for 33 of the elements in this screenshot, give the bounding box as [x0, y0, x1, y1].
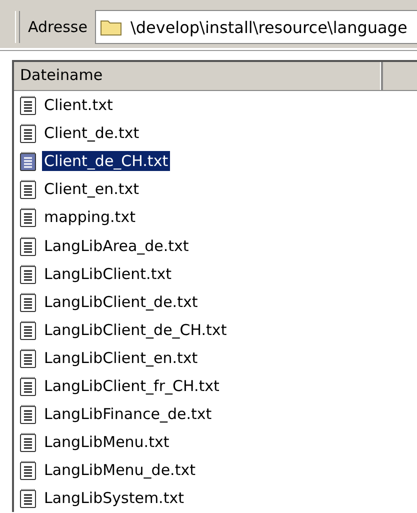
file-name[interactable]: Client_de.txt [42, 123, 142, 144]
file-name[interactable]: LangLibFinance_de.txt [42, 404, 214, 424]
text-file-icon [19, 374, 37, 397]
text-file-icon [19, 122, 37, 144]
text-file-icon [19, 346, 37, 369]
text-file-icon [19, 318, 37, 341]
file-name[interactable]: LangLibSystem.txt [42, 488, 186, 508]
text-file-icon [19, 403, 37, 426]
text-file-icon [19, 262, 37, 285]
file-name[interactable]: LangLibClient_de.txt [42, 292, 200, 312]
file-name[interactable]: LangLibClient_en.txt [42, 348, 200, 368]
file-name[interactable]: Client.txt [42, 95, 115, 116]
text-file-icon [19, 150, 37, 172]
file-name[interactable]: LangLibClient_fr_CH.txt [42, 376, 222, 396]
file-name[interactable]: Client_en.txt [42, 179, 142, 200]
text-file-icon [19, 94, 37, 116]
folder-icon [100, 18, 122, 36]
file-name[interactable]: LangLibMenu_de.txt [42, 460, 198, 480]
address-label: Adresse [28, 18, 88, 36]
file-name[interactable]: LangLibClient_de_CH.txt [42, 320, 229, 340]
file-name[interactable]: LangLibClient.txt [42, 264, 174, 284]
file-name[interactable]: mapping.txt [42, 207, 138, 228]
file-name[interactable]: LangLibArea_de.txt [42, 236, 191, 256]
text-file-icon [19, 206, 37, 228]
text-file-icon [19, 290, 37, 313]
text-file-icon [19, 459, 37, 482]
text-file-icon [19, 487, 37, 510]
text-file-icon [19, 431, 37, 454]
address-field[interactable]: \develop\install\resource\language [95, 10, 417, 44]
file-name[interactable]: Client_de_CH.txt [42, 151, 170, 172]
text-file-icon [19, 234, 37, 257]
text-file-icon [19, 178, 37, 200]
file-name[interactable]: LangLibMenu.txt [42, 432, 172, 452]
